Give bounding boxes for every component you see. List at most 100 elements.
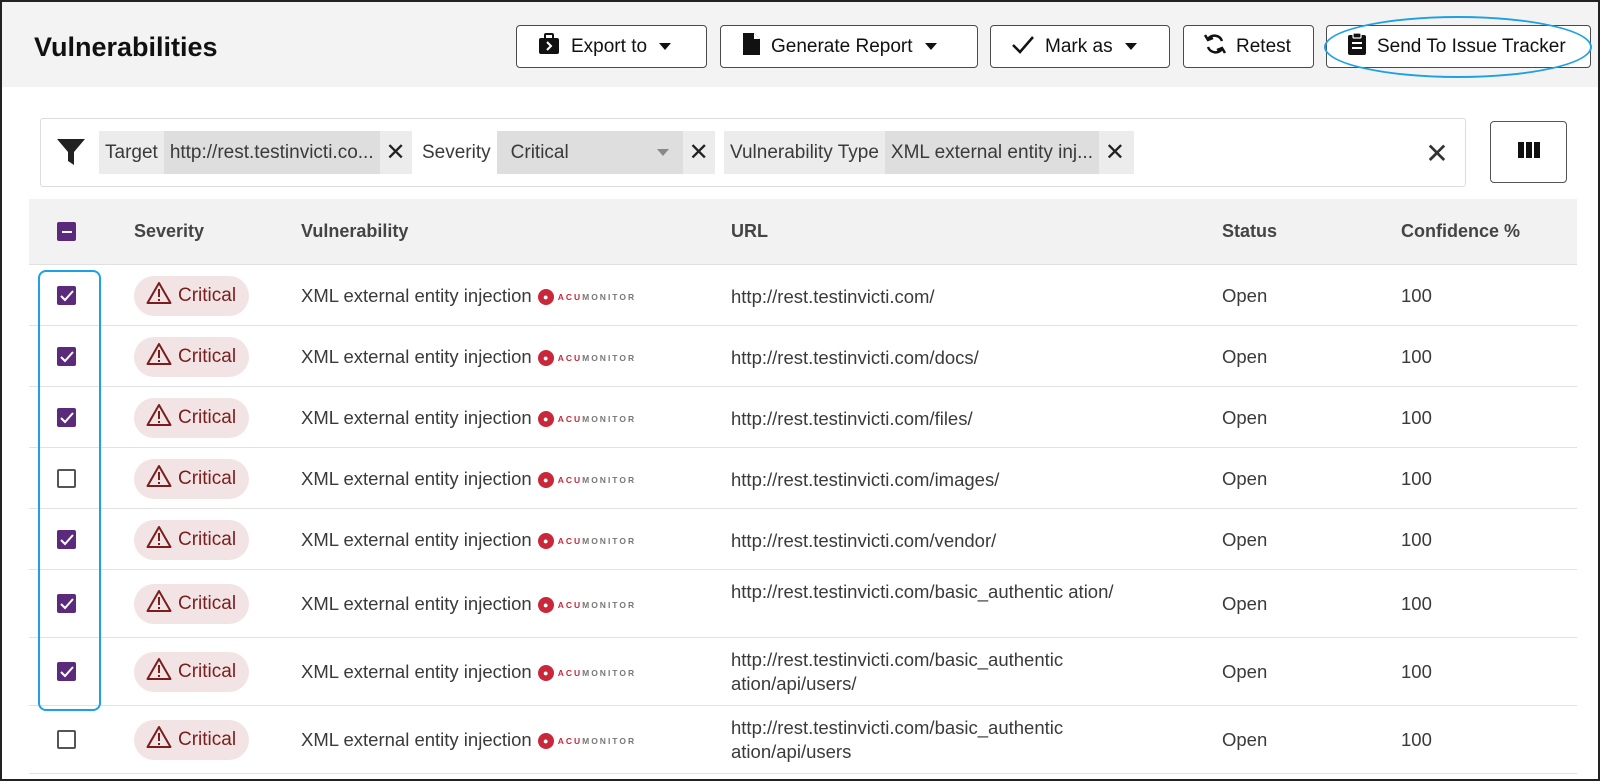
header-vulnerability[interactable]: Vulnerability (301, 221, 408, 242)
filter-key: Vulnerability Type (730, 141, 879, 163)
row-checkbox[interactable] (57, 407, 76, 427)
acumonitor-logo: ● ACUMONITOR (537, 471, 636, 488)
header-confidence[interactable]: Confidence % (1401, 221, 1520, 242)
generate-report-label: Generate Report (771, 35, 913, 57)
header-severity[interactable]: Severity (134, 221, 204, 242)
filter-chip-target[interactable]: Target http://rest.testinvicti.co... ✕ (99, 131, 412, 174)
vulnerability-name[interactable]: XML external entity injection (301, 729, 532, 750)
vulnerability-cell[interactable]: XML external entity injection ● ACUMONITOR (301, 529, 636, 551)
url-cell: http://rest.testinvicti.com/basic_authen… (731, 649, 1064, 694)
clear-filters-icon[interactable]: ✕ (1421, 137, 1453, 170)
filter-value[interactable]: http://rest.testinvicti.co... (163, 131, 380, 174)
table-row[interactable]: Critical XML external entity injection ● AC… (29, 326, 1577, 387)
generate-report-button[interactable]: Generate Report (720, 25, 978, 68)
warning-triangle-icon (146, 342, 172, 372)
vulnerability-cell[interactable]: XML external entity injection ● ACUMONITOR (301, 593, 636, 615)
vulnerability-name[interactable]: XML external entity injection (301, 529, 532, 550)
acumonitor-icon: ● (537, 410, 554, 427)
acumonitor-icon: ● (537, 532, 554, 549)
table-row[interactable]: Critical XML external entity injection ● AC… (29, 448, 1577, 509)
table-row[interactable]: Critical XML external entity injection ● AC… (29, 509, 1577, 570)
app-frame: Vulnerabilities Export to Generate Repor… (0, 0, 1600, 781)
filter-key: Severity (422, 141, 491, 163)
status-cell: Open (1222, 284, 1268, 306)
url-cell: http://rest.testinvicti.com/docs/ (731, 346, 979, 368)
vulnerability-name[interactable]: XML external entity injection (301, 285, 532, 306)
export-to-button[interactable]: Export to (516, 25, 707, 68)
severity-badge: Critical (134, 519, 249, 560)
confidence-cell: 100 (1401, 284, 1432, 306)
filter-funnel-icon[interactable] (55, 136, 87, 173)
table-row[interactable]: Critical XML external entity injection ● AC… (29, 265, 1577, 326)
chevron-down-icon (1124, 43, 1137, 50)
close-icon[interactable]: ✕ (380, 131, 412, 174)
vulnerability-name[interactable]: XML external entity injection (301, 346, 532, 367)
vulnerability-name[interactable]: XML external entity injection (301, 468, 532, 489)
status-cell: Open (1222, 467, 1268, 489)
table-row[interactable]: Critical XML external entity injection ● AC… (29, 570, 1577, 638)
vulnerability-name[interactable]: XML external entity injection (301, 661, 532, 682)
select-all-checkbox[interactable] (57, 222, 76, 241)
row-checkbox[interactable] (57, 730, 76, 749)
header-url[interactable]: URL (731, 221, 768, 242)
vulnerability-cell[interactable]: XML external entity injection ● ACUMONITOR (301, 346, 636, 368)
retest-label: Retest (1236, 35, 1291, 57)
severity-label: Critical (178, 467, 237, 489)
confidence-cell: 100 (1401, 467, 1432, 489)
status-cell: Open (1222, 729, 1268, 750)
url-cell: http://rest.testinvicti.com/ (731, 285, 935, 307)
vulnerability-cell[interactable]: XML external entity injection ● ACUMONITOR (301, 661, 636, 683)
close-icon[interactable]: ✕ (682, 131, 715, 174)
header-status[interactable]: Status (1222, 221, 1277, 242)
row-checkbox[interactable] (57, 662, 76, 681)
table-body: Critical XML external entity injection ● AC… (29, 265, 1577, 774)
acumonitor-logo: ● ACUMONITOR (537, 288, 636, 305)
filter-chip-vulnerability-type[interactable]: Vulnerability Type XML external entity i… (724, 131, 1134, 174)
close-icon[interactable]: ✕ (1099, 131, 1131, 174)
confidence-cell: 100 (1401, 593, 1432, 614)
chevron-down-icon (656, 149, 669, 156)
vulnerability-cell[interactable]: XML external entity injection ● ACUMONITOR (301, 468, 636, 490)
table-row[interactable]: Critical XML external entity injection ● AC… (29, 638, 1577, 706)
confidence-cell: 100 (1401, 729, 1432, 750)
send-to-issue-tracker-button[interactable]: Send To Issue Tracker (1326, 25, 1591, 68)
mark-as-button[interactable]: Mark as (990, 25, 1170, 68)
acumonitor-logo: ● ACUMONITOR (537, 349, 636, 366)
severity-label: Critical (178, 729, 237, 750)
row-checkbox[interactable] (57, 468, 76, 488)
refresh-icon (1203, 32, 1227, 62)
status-cell: Open (1222, 345, 1268, 367)
warning-triangle-icon (146, 464, 172, 494)
row-checkbox[interactable] (57, 285, 76, 305)
table-row[interactable]: Critical XML external entity injection ● AC… (29, 387, 1577, 448)
url-cell: http://rest.testinvicti.com/vendor/ (731, 529, 997, 551)
row-checkbox[interactable] (57, 346, 76, 366)
acumonitor-icon: ● (537, 288, 554, 305)
row-checkbox[interactable] (57, 594, 76, 613)
clipboard-icon (1347, 31, 1367, 62)
column-settings-button[interactable] (1490, 121, 1567, 183)
vulnerability-cell[interactable]: XML external entity injection ● ACUMONITOR (301, 729, 636, 751)
warning-triangle-icon (146, 589, 172, 619)
severity-badge: Critical (134, 275, 249, 316)
columns-icon (1517, 140, 1541, 165)
filter-key: Target (105, 141, 158, 163)
row-checkbox[interactable] (57, 529, 76, 549)
confidence-cell: 100 (1401, 406, 1432, 428)
retest-button[interactable]: Retest (1183, 25, 1314, 68)
acumonitor-icon: ● (537, 349, 554, 366)
severity-badge: Critical (134, 720, 249, 760)
vulnerability-name[interactable]: XML external entity injection (301, 593, 532, 614)
filter-bar: Target http://rest.testinvicti.co... ✕ S… (40, 118, 1466, 187)
severity-badge: Critical (134, 652, 249, 692)
severity-label: Critical (178, 406, 237, 428)
filter-chip-severity[interactable]: Severity Critical ✕ (416, 131, 718, 174)
vulnerability-cell[interactable]: XML external entity injection ● ACUMONITOR (301, 407, 636, 429)
vulnerability-cell[interactable]: XML external entity injection ● ACUMONITOR (301, 285, 636, 307)
severity-select[interactable]: Critical (496, 131, 683, 174)
table-row[interactable]: Critical XML external entity injection ● AC… (29, 706, 1577, 774)
vulnerability-name[interactable]: XML external entity injection (301, 407, 532, 428)
warning-triangle-icon (146, 725, 172, 755)
confidence-cell: 100 (1401, 528, 1432, 550)
filter-value[interactable]: XML external entity inj... (884, 131, 1099, 174)
